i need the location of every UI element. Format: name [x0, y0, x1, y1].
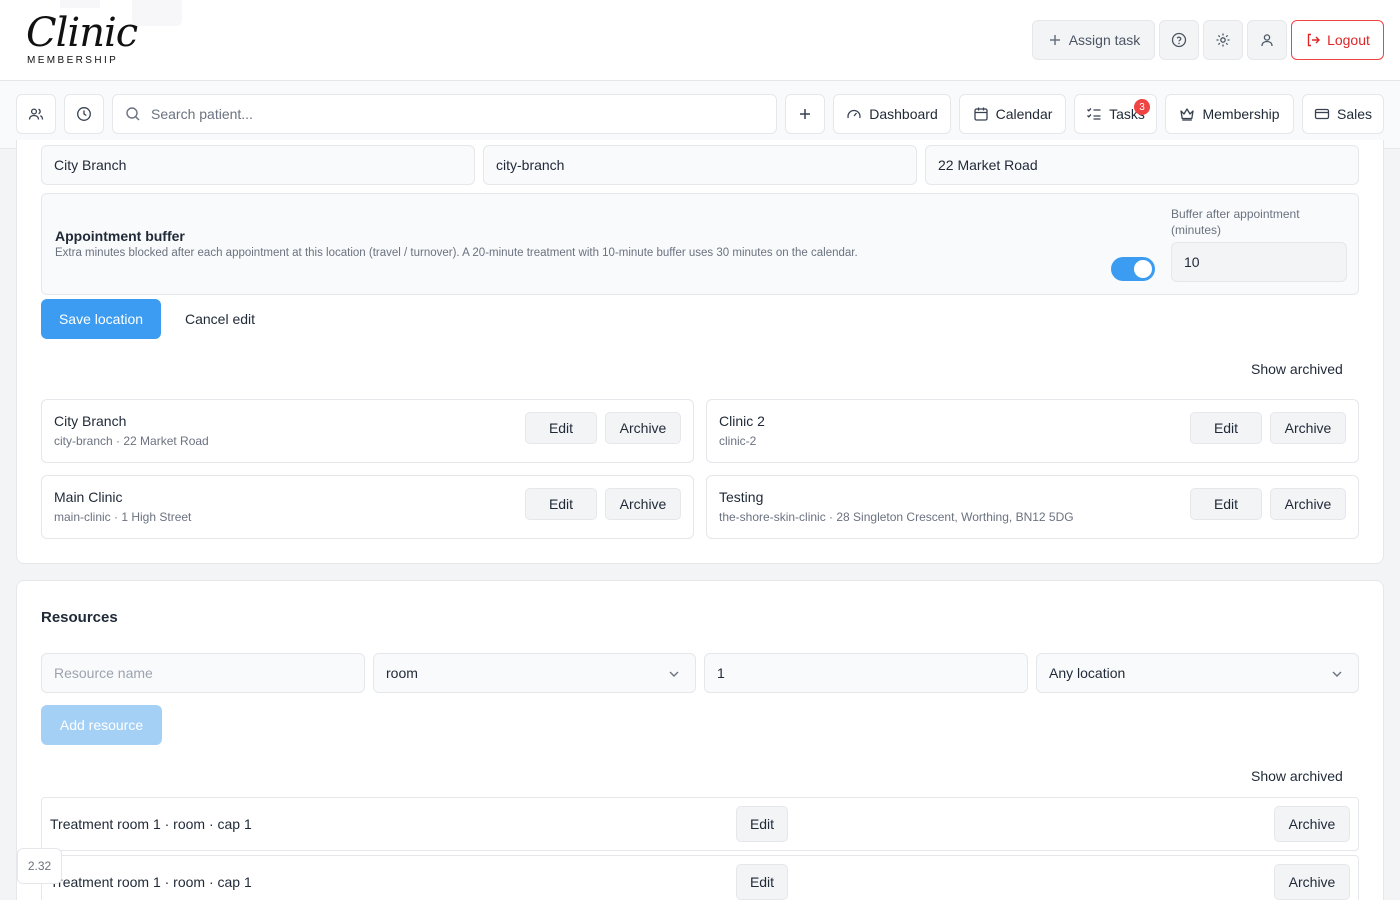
users-icon	[28, 108, 44, 120]
chevron-down-icon	[669, 671, 679, 677]
archive-location-button[interactable]: Archive	[605, 488, 681, 520]
show-archived-resources[interactable]: Show archived	[1251, 768, 1343, 784]
nav-calendar[interactable]: Calendar	[959, 94, 1066, 134]
location-name-field[interactable]: City Branch	[41, 145, 475, 185]
top-bar: Clinic MEMBERSHIP Assign task Logout	[0, 0, 1400, 81]
calendar-icon	[973, 107, 988, 121]
version-badge: 2.32	[17, 848, 62, 884]
chevron-down-icon	[1332, 671, 1342, 677]
nav-bar: Dashboard Calendar Tasks 3 Membership Sa…	[0, 81, 1400, 149]
nav-membership[interactable]: Membership	[1165, 94, 1294, 134]
location-details: city-branch · 22 Market Road	[54, 434, 209, 448]
edit-location-button[interactable]: Edit	[1190, 488, 1262, 520]
location-item: Clinic 2 clinic-2 Edit Archive	[706, 399, 1359, 463]
archive-location-button[interactable]: Archive	[1270, 488, 1346, 520]
resource-type-select[interactable]: room	[373, 653, 696, 693]
buffer-description: Extra minutes blocked after each appoint…	[55, 247, 858, 259]
add-button[interactable]	[785, 94, 825, 134]
patients-button[interactable]	[16, 94, 56, 134]
credit-card-icon	[1314, 108, 1330, 120]
location-name: Clinic 2	[719, 413, 765, 429]
clock-icon	[77, 107, 91, 121]
location-item: Main Clinic main-clinic · 1 High Street …	[41, 475, 694, 539]
gear-icon	[1216, 33, 1230, 47]
archive-resource-button[interactable]: Archive	[1274, 806, 1350, 842]
resource-capacity-input[interactable]: 1	[704, 653, 1028, 693]
gauge-icon	[847, 109, 861, 119]
logo-subtitle: MEMBERSHIP	[27, 55, 119, 66]
resource-type-value: room	[386, 665, 418, 681]
help-icon	[1171, 32, 1187, 48]
assign-task-button[interactable]: Assign task	[1032, 20, 1155, 60]
archive-location-button[interactable]: Archive	[1270, 412, 1346, 444]
location-name: Main Clinic	[54, 489, 123, 505]
crown-icon	[1180, 108, 1195, 121]
buffer-title: Appointment buffer	[55, 228, 185, 244]
logout-icon	[1307, 33, 1321, 47]
profile-button[interactable]	[1247, 20, 1287, 60]
logo[interactable]: Clinic MEMBERSHIP	[20, 8, 138, 68]
toggle-knob	[1134, 260, 1152, 278]
settings-button[interactable]	[1203, 20, 1243, 60]
nav-membership-label: Membership	[1202, 106, 1280, 122]
nav-dashboard-label: Dashboard	[869, 106, 938, 122]
edit-location-button[interactable]: Edit	[525, 412, 597, 444]
logout-button[interactable]: Logout	[1291, 20, 1384, 60]
resources-title: Resources	[41, 609, 118, 626]
resource-name-input[interactable]: Resource name	[41, 653, 365, 693]
history-button[interactable]	[64, 94, 104, 134]
ghost-tab	[132, 0, 182, 26]
location-details: main-clinic · 1 High Street	[54, 510, 192, 524]
resource-row: Treatment room 1 · room · cap 1 Edit Arc…	[41, 855, 1359, 900]
location-details: clinic-2	[719, 434, 757, 448]
location-slug-field[interactable]: city-branch	[483, 145, 917, 185]
logout-label: Logout	[1327, 32, 1370, 48]
add-resource-button[interactable]: Add resource	[41, 705, 162, 745]
nav-tasks[interactable]: Tasks 3	[1074, 94, 1157, 134]
buffer-minutes-label: Buffer after appointment (minutes)	[1171, 207, 1300, 237]
user-icon	[1261, 34, 1273, 47]
location-name: City Branch	[54, 413, 127, 429]
resources-card: Resources Resource name room 1 Any locat…	[16, 580, 1384, 900]
resource-label: Treatment room 1 · room · cap 1	[50, 874, 252, 890]
edit-resource-button[interactable]: Edit	[736, 864, 788, 900]
edit-resource-button[interactable]: Edit	[736, 806, 788, 842]
location-name: Testing	[719, 489, 764, 505]
location-item: City Branch city-branch · 22 Market Road…	[41, 399, 694, 463]
assign-task-label: Assign task	[1068, 32, 1141, 48]
buffer-minutes-input[interactable]: 10	[1171, 242, 1347, 282]
search-input[interactable]	[151, 106, 751, 122]
location-address-field[interactable]: 22 Market Road	[925, 145, 1359, 185]
save-location-button[interactable]: Save location	[41, 299, 161, 339]
plus-icon	[800, 109, 810, 119]
appointment-buffer-panel: Appointment buffer Extra minutes blocked…	[41, 193, 1359, 295]
archive-resource-button[interactable]: Archive	[1274, 864, 1350, 900]
location-item: Testing the-shore-skin-clinic · 28 Singl…	[706, 475, 1359, 539]
show-archived-locations[interactable]: Show archived	[1251, 361, 1343, 377]
resource-label: Treatment room 1 · room · cap 1	[50, 816, 252, 832]
archive-location-button[interactable]: Archive	[605, 412, 681, 444]
logo-text: Clinic	[26, 10, 138, 56]
location-details: the-shore-skin-clinic · 28 Singleton Cre…	[719, 510, 1074, 524]
nav-dashboard[interactable]: Dashboard	[833, 94, 951, 134]
plus-icon	[1049, 35, 1060, 45]
tasks-count-badge: 3	[1134, 99, 1150, 115]
search-bar[interactable]	[112, 94, 777, 134]
help-button[interactable]	[1159, 20, 1199, 60]
edit-location-button[interactable]: Edit	[1190, 412, 1262, 444]
nav-calendar-label: Calendar	[995, 106, 1053, 122]
edit-location-button[interactable]: Edit	[525, 488, 597, 520]
buffer-toggle[interactable]	[1111, 257, 1155, 281]
cancel-edit-button[interactable]: Cancel edit	[185, 311, 255, 327]
nav-sales[interactable]: Sales	[1302, 94, 1384, 134]
nav-sales-label: Sales	[1336, 106, 1373, 122]
resource-location-select[interactable]: Any location	[1036, 653, 1359, 693]
resource-row: Treatment room 1 · room · cap 1 Edit Arc…	[41, 797, 1359, 851]
resource-location-value: Any location	[1049, 665, 1126, 681]
search-icon	[126, 107, 140, 121]
list-checks-icon	[1087, 108, 1101, 120]
locations-card: City Branch city-branch 22 Market Road A…	[16, 140, 1384, 564]
